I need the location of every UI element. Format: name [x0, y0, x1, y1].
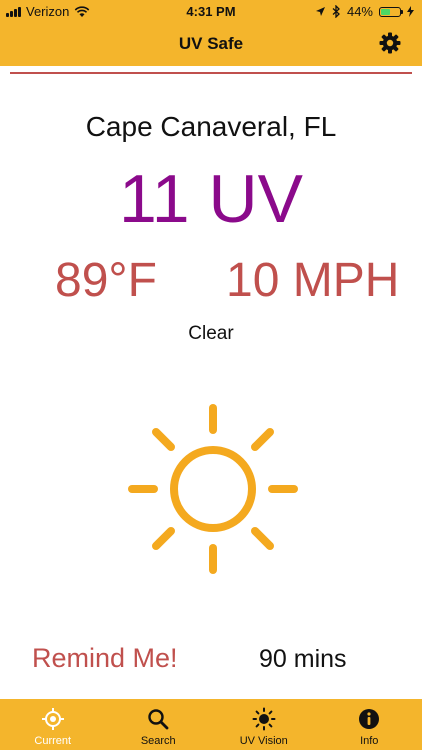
weather-condition: Clear — [188, 323, 234, 344]
app-header: Verizon 4:31 PM 44% UV Safe — [0, 0, 422, 66]
tab-info[interactable]: Info — [317, 699, 422, 750]
battery-icon — [379, 6, 403, 17]
gear-icon — [379, 32, 401, 54]
charging-icon — [407, 6, 414, 17]
search-icon — [148, 709, 169, 730]
page-title: UV Safe — [178, 34, 244, 53]
temperature: 89°F — [55, 254, 157, 307]
tab-label: Search — [140, 735, 176, 747]
wind-speed: 10 MPH — [226, 254, 400, 307]
tab-uv-vision[interactable]: UV Vision — [211, 699, 317, 750]
status-bar: Verizon 4:31 PM 44% — [0, 0, 422, 22]
status-right: 44% — [315, 4, 414, 19]
info-icon — [359, 709, 380, 729]
tab-search[interactable]: Search — [106, 699, 212, 750]
location-arrow-icon — [315, 7, 325, 16]
sun-icon — [252, 707, 276, 731]
uv-index: 11 UV — [119, 161, 303, 237]
location-target-icon — [41, 708, 64, 730]
bluetooth-icon — [332, 5, 340, 18]
tab-label: Current — [34, 735, 72, 747]
header-divider — [10, 72, 412, 74]
settings-button[interactable] — [378, 31, 402, 55]
sun-icon — [128, 404, 298, 574]
tab-label: Info — [360, 735, 379, 747]
tab-bar: Current Search UV Vision Info — [0, 699, 422, 750]
battery-percent: 44% — [346, 4, 373, 19]
reminder-duration[interactable]: 90 mins — [259, 645, 347, 674]
tab-label: UV Vision — [239, 735, 288, 747]
location-name: Cape Canaveral, FL — [85, 111, 337, 142]
remind-me-button[interactable]: Remind Me! — [32, 643, 178, 674]
tab-current[interactable]: Current — [0, 699, 106, 750]
